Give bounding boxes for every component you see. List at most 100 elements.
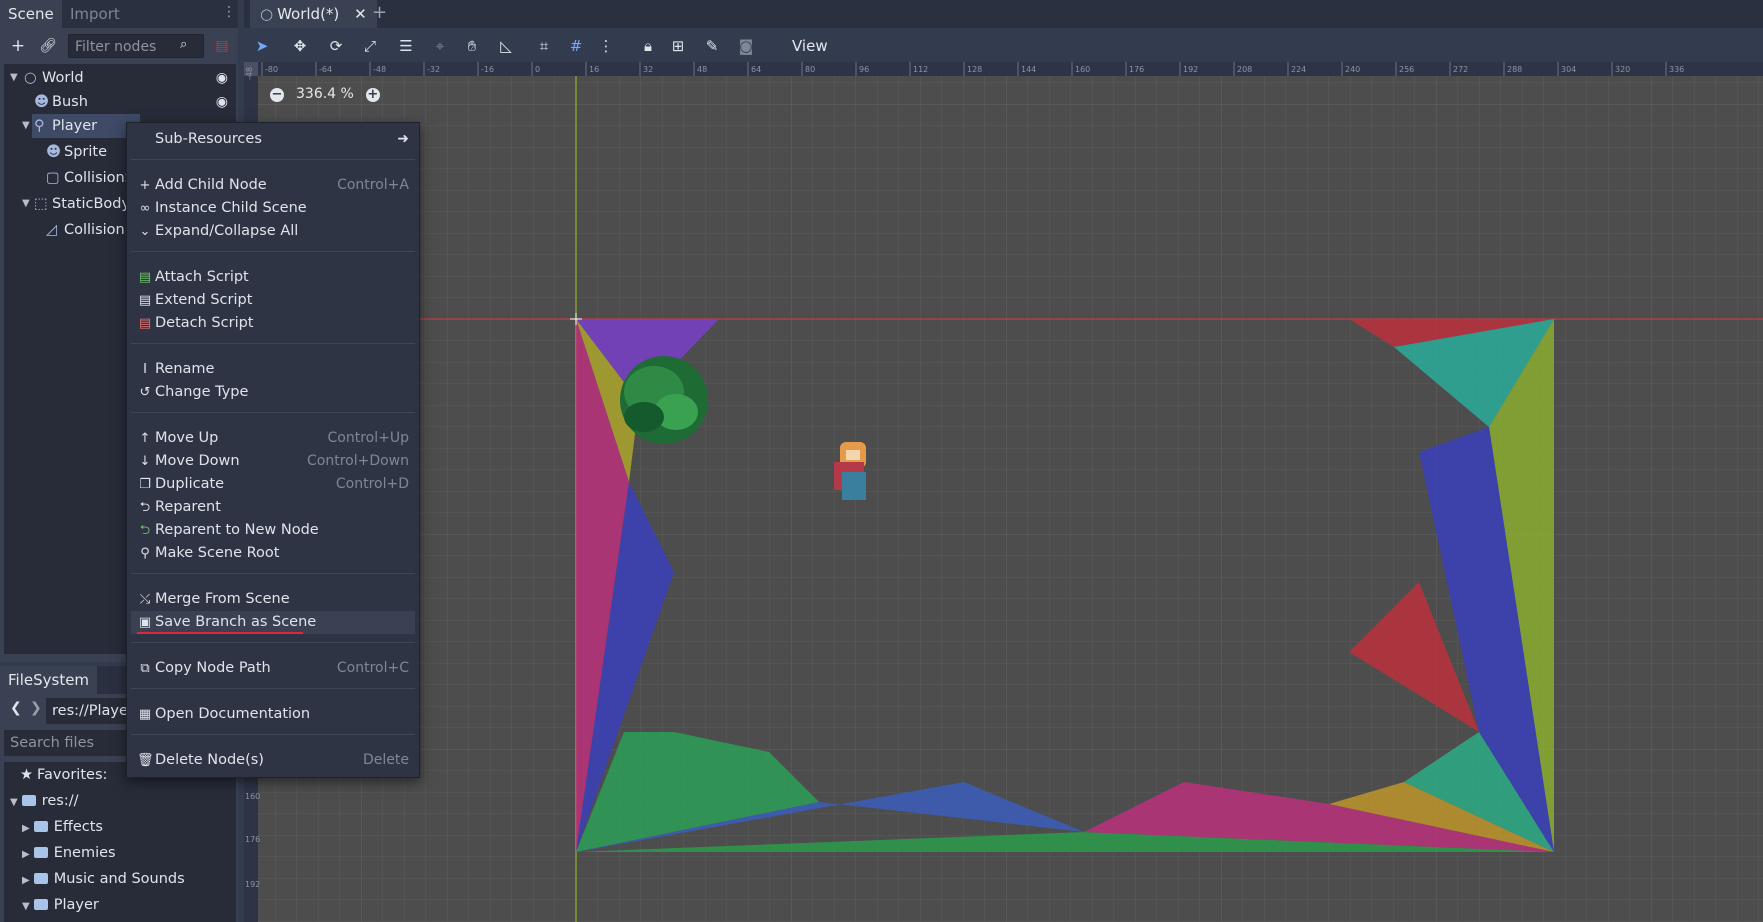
ruler-tick-label: -16 [481,65,494,74]
menu-item-label: Move Up [155,430,219,446]
menu-item-rename[interactable]: I Rename [131,358,415,381]
snap-options-icon[interactable]: ⋮ [594,34,618,58]
folder-icon [33,873,48,884]
folder-label: Enemies [53,845,116,861]
chevron-down-icon[interactable]: ▼ [22,192,30,216]
pivot-icon[interactable]: ⌖ [428,34,452,58]
chevron-down-icon[interactable]: ▼ [10,797,18,808]
ruler-tick-label: 240 [1345,65,1360,74]
menu-item-add-child-node[interactable]: + Add Child Node Control+A [131,174,415,197]
tab-scene[interactable]: Scene [0,0,62,28]
menu-separator [131,734,415,735]
menu-item-sub-resources[interactable]: Sub-Resources ➜ [131,128,415,151]
scene-tab-world[interactable]: ○ World(*) ✕ [250,0,377,28]
tree-label: World [42,70,84,86]
menu-item-open-documentation[interactable]: ▦ Open Documentation [131,703,415,726]
dock-menu-icon[interactable]: ⋮ [222,4,236,20]
scale-tool-icon[interactable]: ⤢ [358,34,382,58]
pan-tool-icon[interactable]: ✋︎ [460,34,484,58]
canvas-drawing [244,62,1763,922]
ruler-tick-label: 80 [805,65,815,74]
attach-script-icon[interactable]: ▤ [210,34,234,58]
plus-icon: + [139,178,151,193]
folder-label: Effects [53,819,103,835]
folder-row-player[interactable]: ▼ Player [22,892,99,918]
smart-snap-icon[interactable]: ⌗ [532,34,556,58]
add-node-icon[interactable]: + [6,34,30,58]
new-scene-tab-icon[interactable]: + [372,2,387,23]
move-tool-icon[interactable]: ✥ [288,34,312,58]
menu-separator [131,343,415,344]
scene-tabs-bar: ○ World(*) ✕ + [244,0,1763,28]
tab-filesystem[interactable]: FileSystem [0,666,98,694]
chevron-right-icon[interactable]: ▶ [22,875,30,886]
menu-item-label: Instance Child Scene [155,200,307,216]
menu-separator [131,688,415,689]
ruler-tool-icon[interactable]: ◺ [494,34,518,58]
select-tool-icon[interactable]: ➤ [250,34,274,58]
menu-item-merge-from-scene[interactable]: ⤯ Merge From Scene [131,588,415,611]
reparent-icon: ⮌ [139,500,151,515]
menu-item-delete-nodes[interactable]: 🗑︎ Delete Node(s) Delete [131,749,415,772]
menu-item-move-up[interactable]: ↑ Move Up Control+Up [131,427,415,450]
skeleton-icon[interactable]: ✎ [700,34,724,58]
menu-item-reparent[interactable]: ⮌ Reparent [131,496,415,519]
favorites-row[interactable]: ★ Favorites: [20,762,107,788]
menu-item-detach-script[interactable]: ▤ Detach Script [131,312,415,335]
zoom-level[interactable]: 336.4 % [296,86,354,102]
menu-item-shortcut: Control+Up [327,430,409,446]
canvas-viewport[interactable] [244,62,1763,922]
help-icon: ▦ [138,707,152,722]
chevron-down-icon[interactable]: ▼ [10,66,18,90]
menu-item-instance-child-scene[interactable]: ∞ Instance Child Scene [131,197,415,220]
menu-item-change-type[interactable]: ↺ Change Type [131,381,415,404]
view-menu[interactable]: View [792,34,828,58]
menu-item-extend-script[interactable]: ▤ Extend Script [131,289,415,312]
lock-icon[interactable]: 🔒︎ [636,34,660,58]
menu-item-duplicate[interactable]: ❐ Duplicate Control+D [131,473,415,496]
res-root-row[interactable]: ▼ res:// [10,788,78,814]
tree-row-world[interactable]: ▼ ○ World ◉ [4,66,236,90]
menu-item-expand-collapse[interactable]: ⌄ Expand/Collapse All [131,220,415,243]
script-add-icon: ▤ [138,270,152,285]
forward-icon[interactable]: ❯ [30,700,42,716]
link-icon[interactable]: 🔗︎ [36,34,60,58]
bush-sprite[interactable] [620,356,708,444]
file-tree: ★ Favorites: ▼ res:// ▶ Effects ▶ Enemies ▶ M… [4,762,236,922]
visibility-eye-icon[interactable]: ◉ [216,66,228,90]
zoom-out-icon[interactable]: − [270,88,284,102]
zoom-in-icon[interactable]: + [365,88,380,102]
folder-row-enemies[interactable]: ▶ Enemies [22,840,116,866]
list-select-icon[interactable]: ☰ [394,34,418,58]
menu-item-reparent-new[interactable]: ⮌ Reparent to New Node [131,519,415,542]
chevron-right-icon[interactable]: ▶ [22,823,30,834]
menu-item-make-scene-root[interactable]: ⚲ Make Scene Root [131,542,415,565]
ruler-tick-label: 288 [1507,65,1522,74]
ruler-tick-label: 256 [1399,65,1414,74]
camera-icon[interactable]: ◙ [734,34,758,58]
close-icon[interactable]: ✕ [354,5,367,23]
menu-item-attach-script[interactable]: ▤ Attach Script [131,266,415,289]
chevron-down-icon[interactable]: ▼ [22,901,30,912]
rotate-tool-icon[interactable]: ⟳ [324,34,348,58]
menu-item-move-down[interactable]: ↓ Move Down Control+Down [131,450,415,473]
chevron-down-icon[interactable]: ▼ [22,114,30,138]
grid-snap-icon[interactable]: # [564,34,588,58]
menu-separator [131,251,415,252]
menu-item-label: Rename [155,361,215,377]
group-icon[interactable]: ⊞ [666,34,690,58]
tab-import[interactable]: Import [62,0,128,28]
ruler-horizontal: -80 -64 -48 -32 -16 0 16 32 48 64 80 96 112 128 144 160… [244,62,1763,76]
scene-root-icon: ⚲ [140,546,150,561]
menu-item-copy-node-path[interactable]: ⧉ Copy Node Path Control+C [131,657,415,680]
menu-item-label: Move Down [155,453,240,469]
tree-row-bush[interactable]: ☻ Bush ◉ [4,90,236,114]
ruler-tick-label: 144 [1021,65,1036,74]
visibility-eye-icon[interactable]: ◉ [216,90,228,114]
menu-item-save-branch-as-scene[interactable]: ▣ Save Branch as Scene [131,611,415,634]
menu-item-label: Delete Node(s) [155,752,264,768]
back-icon[interactable]: ❮ [10,700,22,716]
folder-row-effects[interactable]: ▶ Effects [22,814,103,840]
chevron-right-icon[interactable]: ▶ [22,849,30,860]
folder-row-music[interactable]: ▶ Music and Sounds [22,866,185,892]
